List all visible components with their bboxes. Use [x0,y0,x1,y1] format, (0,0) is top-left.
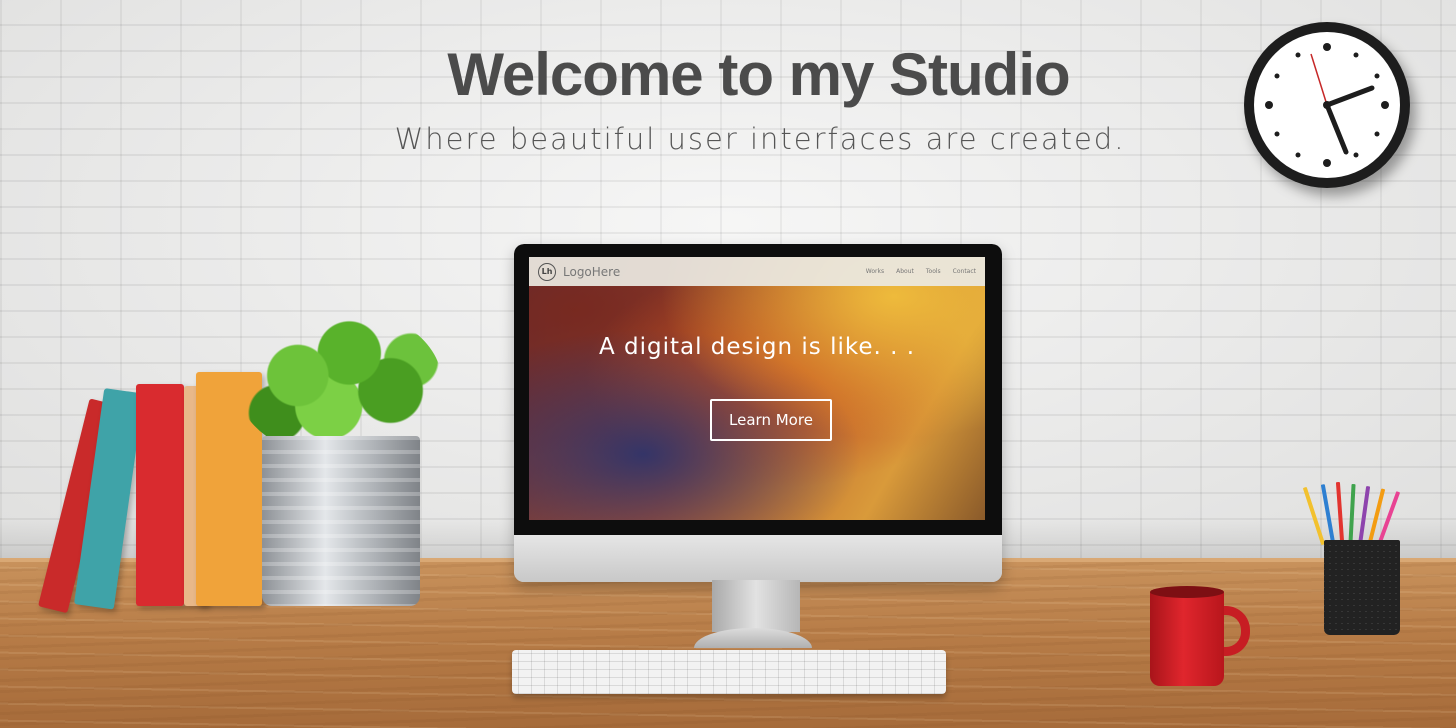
site-navbar: Lh LogoHere Works About Tools Contact [529,257,985,286]
page-title: Welcome to my Studio [447,41,1070,108]
pencil-cup [1324,540,1400,635]
site-logo-text[interactable]: LogoHere [563,265,620,279]
wall-clock-icon [1244,22,1410,188]
clock-hands [1265,43,1389,167]
red-mug [1150,590,1224,686]
book-red [136,384,184,606]
site-nav-works[interactable]: Works [866,268,884,275]
mug-rim [1150,586,1224,598]
site-nav-links: Works About Tools Contact [866,268,976,275]
monitor-stand-neck [712,580,800,632]
monitor-chin [514,535,1002,582]
metal-plant-pot [262,436,420,606]
learn-more-button[interactable]: Learn More [710,399,832,441]
site-nav-tools[interactable]: Tools [926,268,941,275]
page-subtitle: Where beautiful user interfaces are crea… [394,122,1126,156]
site-logo-icon[interactable]: Lh [538,262,556,281]
site-headline: A digital design is like. . . [598,334,916,360]
site-nav-contact[interactable]: Contact [953,268,976,275]
site-nav-about[interactable]: About [896,268,914,275]
keyboard [512,650,946,694]
monitor-screen: Lh LogoHere Works About Tools Contact A … [529,257,985,520]
desktop-monitor: Lh LogoHere Works About Tools Contact A … [514,244,1002,582]
